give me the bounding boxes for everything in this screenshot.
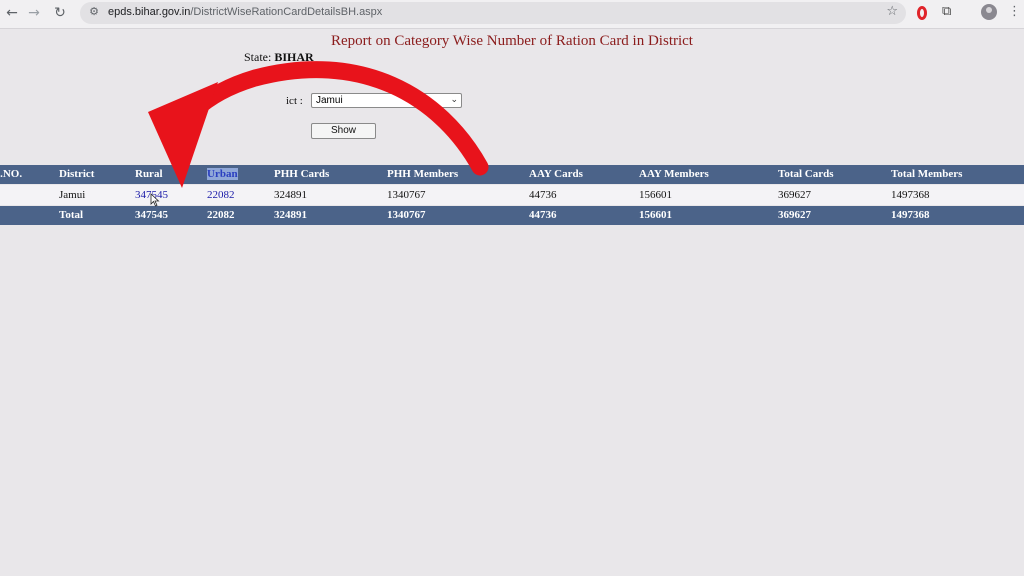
cell-urban[interactable]: 22082 bbox=[207, 189, 235, 201]
header-rural: Rural bbox=[135, 168, 163, 180]
header-phh-members: PHH Members bbox=[387, 168, 459, 180]
cell-total-cards: 369627 bbox=[778, 189, 811, 201]
show-button[interactable]: Show bbox=[311, 123, 376, 139]
district-select[interactable]: Jamui ⌄ bbox=[311, 93, 462, 108]
cell-aay-cards: 44736 bbox=[529, 189, 557, 201]
total-rural: 347545 bbox=[135, 209, 168, 221]
header-total-cards: Total Cards bbox=[778, 168, 834, 180]
total-phh-members: 1340767 bbox=[387, 209, 426, 221]
cell-total-members: 1497368 bbox=[891, 189, 930, 201]
total-phh-cards: 324891 bbox=[274, 209, 307, 221]
total-district: Total bbox=[59, 209, 84, 221]
extensions-puzzle-icon[interactable]: ⧉ bbox=[942, 4, 951, 19]
total-aay-members: 156601 bbox=[639, 209, 672, 221]
header-district: District bbox=[59, 168, 95, 180]
forward-arrow-icon[interactable]: → bbox=[24, 3, 44, 23]
url-host: epds.bihar.gov.in bbox=[108, 6, 191, 18]
header-total-members: Total Members bbox=[891, 168, 963, 180]
url-text[interactable]: epds.bihar.gov.in/DistrictWiseRationCard… bbox=[108, 6, 382, 18]
browser-toolbar: ← → ↻ ⚙ epds.bihar.gov.in/DistrictWiseRa… bbox=[0, 0, 1024, 29]
address-bar[interactable]: ⚙ epds.bihar.gov.in/DistrictWiseRationCa… bbox=[80, 2, 906, 24]
header-aay-cards: AAY Cards bbox=[529, 168, 583, 180]
total-total-members: 1497368 bbox=[891, 209, 930, 221]
total-urban: 22082 bbox=[207, 209, 235, 221]
state-value: BIHAR bbox=[274, 50, 314, 64]
site-info-icon[interactable]: ⚙ bbox=[87, 5, 101, 19]
cell-phh-cards: 324891 bbox=[274, 189, 307, 201]
mouse-cursor-icon bbox=[150, 193, 160, 207]
table-header: S.NO. District Rural Urban PHH Cards PHH Memb… bbox=[0, 165, 1024, 184]
cell-aay-members: 156601 bbox=[639, 189, 672, 201]
table-total-row: Total 347545 22082 324891 1340767 44736 156601… bbox=[0, 206, 1024, 225]
cell-phh-members: 1340767 bbox=[387, 189, 426, 201]
reload-icon[interactable]: ↻ bbox=[50, 3, 70, 23]
chevron-down-icon: ⌄ bbox=[450, 95, 458, 105]
opera-extension-icon[interactable] bbox=[917, 6, 927, 20]
back-arrow-icon[interactable]: ← bbox=[2, 3, 22, 23]
bookmark-star-icon[interactable]: ☆ bbox=[886, 4, 898, 19]
district-selected-value: Jamui bbox=[316, 95, 343, 106]
total-total-cards: 369627 bbox=[778, 209, 811, 221]
district-label: ict : bbox=[286, 95, 303, 107]
header-aay-members: AAY Members bbox=[639, 168, 709, 180]
header-urban: Urban bbox=[207, 168, 238, 180]
cell-district: Jamui bbox=[59, 189, 86, 201]
report-title: Report on Category Wise Number of Ration… bbox=[331, 33, 693, 49]
kebab-menu-icon[interactable]: ⋮ bbox=[1008, 4, 1021, 19]
state-prefix: State: bbox=[244, 50, 275, 64]
header-sno: S.NO. bbox=[0, 168, 23, 180]
profile-avatar[interactable] bbox=[981, 4, 997, 20]
header-phh-cards: PHH Cards bbox=[274, 168, 330, 180]
url-path: /DistrictWiseRationCardDetailsBH.aspx bbox=[190, 6, 383, 18]
state-label: State: BIHAR bbox=[244, 50, 314, 65]
annotation-arrow bbox=[148, 61, 489, 188]
total-aay-cards: 44736 bbox=[529, 209, 557, 221]
